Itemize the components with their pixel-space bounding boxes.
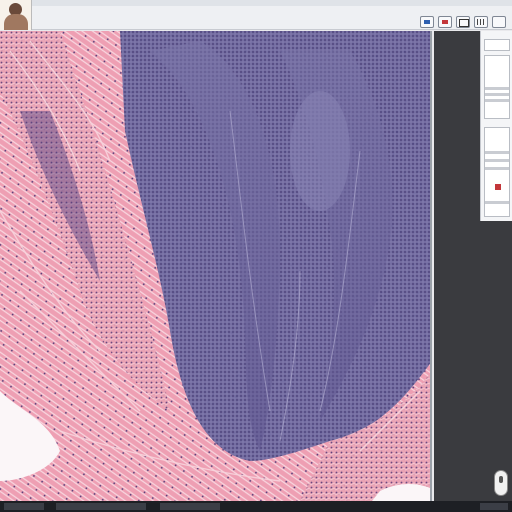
metadata-line xyxy=(485,201,509,204)
metadata-line xyxy=(485,151,509,154)
slide-viewer[interactable] xyxy=(0,31,432,501)
top-toolbar xyxy=(0,0,512,30)
status-indicator-icon xyxy=(495,184,501,190)
fullscreen-icon[interactable] xyxy=(492,16,506,28)
navigator-line xyxy=(485,87,509,90)
person-body xyxy=(4,14,28,30)
window-title-strip xyxy=(32,0,512,6)
viewer-toolbar xyxy=(420,16,506,28)
navigator-line xyxy=(485,99,509,102)
taskbar-item[interactable] xyxy=(480,503,508,510)
webcam-thumbnail[interactable] xyxy=(0,0,32,30)
taskbar xyxy=(0,501,512,512)
metadata-line xyxy=(485,167,509,170)
taskbar-item[interactable] xyxy=(4,503,44,510)
taskbar-item[interactable] xyxy=(160,503,220,510)
navigator-header xyxy=(484,39,510,51)
histology-image xyxy=(0,31,430,501)
taskbar-item[interactable] xyxy=(56,503,146,510)
metadata-line xyxy=(485,159,509,162)
layers-icon[interactable] xyxy=(420,16,434,28)
grid-icon[interactable] xyxy=(474,16,488,28)
navigator-line xyxy=(485,93,509,96)
annotate-icon[interactable] xyxy=(438,16,452,28)
thumbnail-navigator[interactable] xyxy=(480,31,512,221)
mouse-icon[interactable] xyxy=(494,470,508,496)
zoom-icon[interactable] xyxy=(456,16,470,28)
